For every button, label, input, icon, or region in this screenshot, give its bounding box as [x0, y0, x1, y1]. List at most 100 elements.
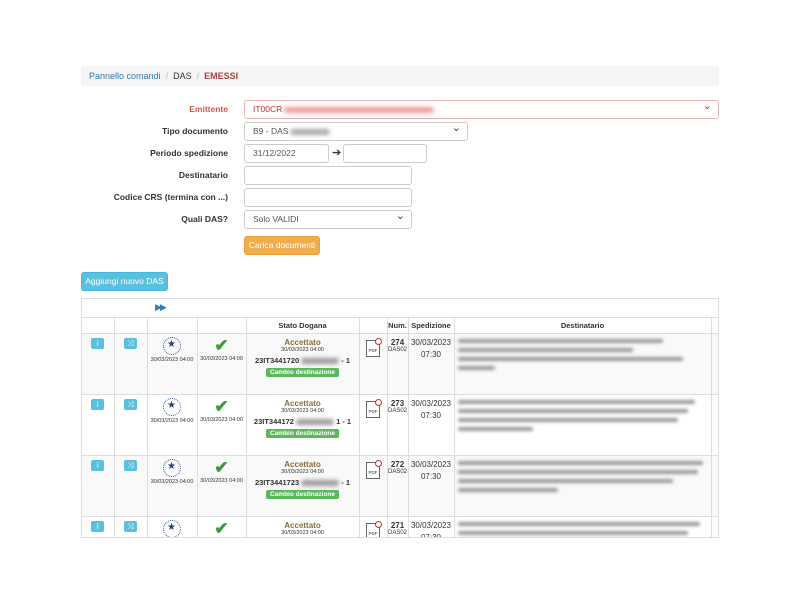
destinatario-label: Destinatario [178, 170, 228, 180]
carica-documenti-button[interactable]: Carica documenti [244, 236, 320, 255]
spedizione-time: 07:30 [420, 350, 442, 359]
spedizione-time: 07:30 [420, 472, 442, 481]
spedizione-date: 30/03/2023 [410, 399, 452, 408]
spedizione-time: 07:30 [420, 533, 442, 538]
shuffle-icon[interactable]: ⤨ [124, 338, 137, 349]
status-text: Accettato [284, 460, 321, 469]
redacted-blur [301, 480, 340, 487]
eu-stars-icon [163, 520, 181, 537]
tipo-label: Tipo documento [162, 126, 228, 136]
fast-forward-icon[interactable]: ▶▶ [155, 302, 167, 313]
tipo-value: B9 - DAS [253, 126, 289, 136]
breadcrumb: Pannello comandi / DAS / EMESSI [81, 66, 719, 86]
mrn-suffix: 1 - 1 [336, 417, 352, 426]
status-date: 30/03/2023 04:00 [281, 469, 324, 475]
mrn-value: 23IT3441723 [254, 478, 300, 487]
cambio-destinazione-button[interactable]: Cambio destinazione [265, 368, 339, 377]
mrn-code: 23IT3441720 - 1 [247, 356, 359, 365]
crs-label: Codice CRS (termina con ...) [113, 192, 228, 202]
destinatario-input[interactable] [244, 166, 412, 185]
status-text: Accettato [284, 521, 321, 530]
pdf-icon[interactable]: PDF [366, 399, 382, 418]
das-number: 273 [390, 399, 405, 408]
quali-select[interactable]: Solo VALIDI [244, 208, 412, 229]
status-date: 30/03/2023 04:00 [281, 347, 324, 353]
destinatario-redacted [457, 461, 708, 492]
info-icon[interactable]: i [91, 521, 105, 532]
shuffle-icon[interactable]: ⤨ [124, 460, 137, 471]
redacted-blur [301, 358, 340, 365]
periodo-label: Periodo spedizione [150, 148, 228, 158]
crs-input[interactable] [244, 188, 412, 207]
das-type: DAS02 [387, 469, 407, 475]
col-destinatario[interactable]: Destinatario [454, 318, 712, 334]
tipo-row: Tipo documento B9 - DAS [81, 120, 721, 142]
status-text: Accettato [284, 338, 321, 347]
table-row[interactable]: i⤨30/03/2023 04:00✔30/03/2023 04:00Accet… [82, 455, 718, 517]
mrn-value: 23IT344172 [253, 417, 294, 426]
table-row[interactable]: i⤨30/03/2023 04:00✔30/03/2023 04:00Accet… [82, 394, 718, 456]
spedizione-date: 30/03/2023 [410, 521, 452, 530]
col-spedizione[interactable]: Spedizione [408, 318, 455, 334]
emittente-select[interactable]: IT00CR [244, 98, 719, 119]
table-header: Stato Dogana Num. Spedizione Destinatari… [82, 318, 718, 334]
das-table: Stato Dogana Num. Spedizione Destinatari… [82, 318, 718, 538]
cambio-destinazione-button[interactable]: Cambio destinazione [265, 490, 339, 499]
row-date-2: 30/03/2023 04:00 [200, 417, 243, 423]
shuffle-icon[interactable]: ⤨ [124, 399, 137, 410]
destinatario-redacted [457, 339, 708, 370]
periodo-to-input[interactable] [343, 144, 427, 163]
status-date: 30/03/2023 04:00 [281, 530, 324, 536]
eu-stars-icon [163, 459, 181, 477]
destinatario-row: Destinatario [81, 166, 721, 186]
das-number: 274 [390, 338, 405, 347]
aggiungi-das-button[interactable]: Aggiungi nuovo DAS [81, 272, 168, 291]
emittente-value: IT00CR [253, 104, 283, 114]
row-date-1: 30/03/2023 04:00 [150, 479, 194, 485]
mrn-code: 23IT3441723 - 1 [247, 478, 359, 487]
row-date-1: 30/03/2023 04:00 [150, 418, 194, 424]
check-icon: ✔ [214, 519, 229, 538]
eu-stars-icon [163, 398, 181, 416]
mrn-code: 23IT344172 1 - 1 [247, 417, 359, 426]
periodo-row: Periodo spedizione 31/12/2022 ➔ [81, 144, 721, 164]
emittente-row: Emittente IT00CR [81, 98, 721, 120]
pdf-icon[interactable]: PDF [366, 460, 382, 479]
status-text: Accettato [284, 399, 321, 408]
breadcrumb-das[interactable]: DAS [173, 71, 192, 81]
quali-label: Quali DAS? [181, 214, 228, 224]
table-row[interactable]: i⤨30/03/2023 04:00✔30/03/2023 04:00Accet… [82, 516, 718, 538]
destinatario-redacted [457, 400, 708, 431]
grid-toolbar: ▶▶ [82, 299, 718, 318]
eu-stars-icon [163, 337, 181, 355]
shuffle-icon[interactable]: ⤨ [124, 521, 137, 532]
pdf-icon[interactable]: PDF [366, 338, 382, 357]
periodo-from-input[interactable]: 31/12/2022 [244, 144, 329, 163]
quali-row: Quali DAS? Solo VALIDI [81, 208, 721, 230]
check-icon: ✔ [214, 336, 229, 355]
check-icon: ✔ [214, 458, 229, 477]
das-type: DAS02 [387, 530, 407, 536]
breadcrumb-sep: / [196, 71, 200, 81]
redacted-blur [284, 106, 435, 113]
col-num[interactable]: Num. [387, 318, 409, 334]
tipo-select[interactable]: B9 - DAS [244, 120, 468, 141]
mrn-suffix: - 1 [341, 356, 351, 365]
spedizione-time: 07:30 [420, 411, 442, 420]
quali-value: Solo VALIDI [253, 214, 299, 224]
mrn-suffix: - 1 [341, 478, 351, 487]
row-date-2: 30/03/2023 04:00 [200, 478, 243, 484]
spedizione-date: 30/03/2023 [410, 460, 452, 469]
table-row[interactable]: i⤨30/03/2023 04:00✔30/03/2023 04:00Accet… [82, 333, 718, 395]
row-date-2: 30/03/2023 04:00 [200, 356, 243, 362]
crs-row: Codice CRS (termina con ...) [81, 188, 721, 208]
col-stato-dogana[interactable]: Stato Dogana [246, 318, 360, 334]
destinatario-redacted [457, 522, 708, 537]
cambio-destinazione-button[interactable]: Cambio destinazione [265, 429, 339, 438]
pdf-icon[interactable]: PDF [366, 521, 382, 537]
info-icon[interactable]: i [91, 338, 105, 349]
breadcrumb-pannello[interactable]: Pannello comandi [89, 71, 161, 81]
info-icon[interactable]: i [91, 460, 105, 471]
info-icon[interactable]: i [91, 399, 105, 410]
das-type: DAS02 [387, 408, 407, 414]
